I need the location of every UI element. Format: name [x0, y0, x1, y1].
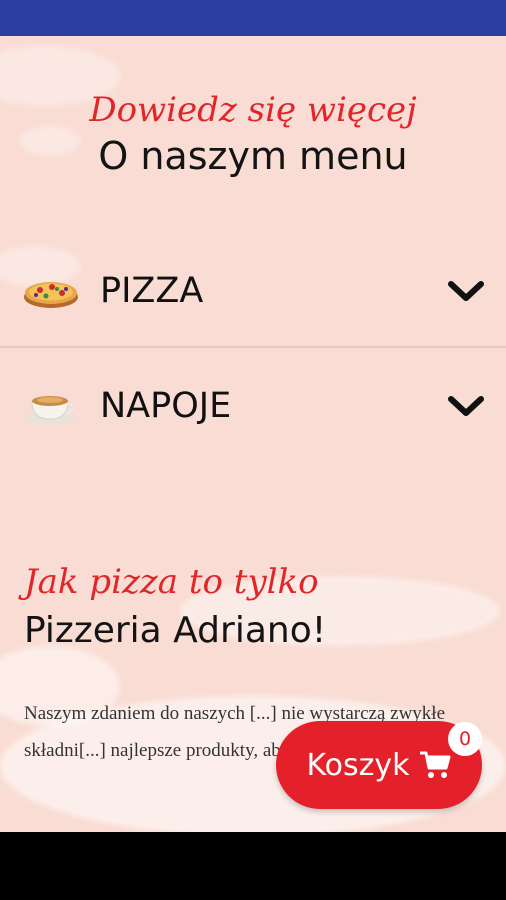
menu-header: Dowiedz się więcej O naszym menu: [0, 88, 506, 178]
chevron-down-icon[interactable]: [446, 391, 486, 421]
section-title: O naszym menu: [98, 134, 408, 178]
coffee-cup-icon: [22, 386, 80, 426]
shopping-cart-icon: [419, 751, 451, 778]
menu-category-label: PIZZA: [100, 271, 204, 311]
cart-count-badge: 0: [448, 722, 482, 756]
menu-category-pizza[interactable]: PIZZA: [0, 236, 506, 348]
cart-label: Koszyk: [306, 747, 410, 783]
section-kicker: Dowiedz się więcej: [89, 90, 417, 130]
about-kicker: Jak pizza to tylko: [24, 562, 319, 602]
chevron-down-icon[interactable]: [446, 276, 486, 306]
menu-category-label: NAPOJE: [100, 386, 232, 426]
page-content[interactable]: Dowiedz się więcej O naszym menu PIZZA N…: [0, 36, 506, 832]
status-bar: [0, 0, 506, 36]
menu-category-drinks[interactable]: NAPOJE: [0, 350, 506, 462]
navigation-bar: [0, 832, 506, 900]
about-title: Pizzeria Adriano!: [24, 610, 327, 651]
pizza-icon: [22, 271, 80, 311]
